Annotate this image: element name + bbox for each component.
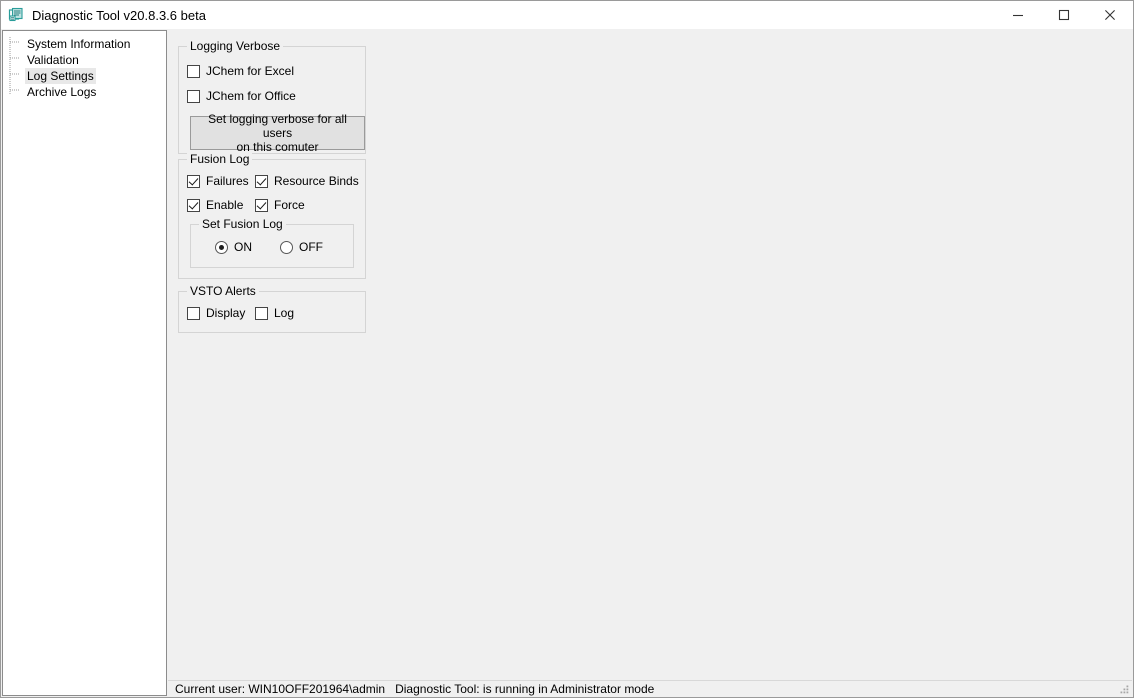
- minimize-icon: [1013, 14, 1023, 17]
- window-content: System Information Validation Log Settin…: [1, 29, 1133, 697]
- close-icon: [1105, 10, 1115, 20]
- tree-item-label: Log Settings: [25, 68, 96, 84]
- checkbox-label: Enable: [206, 198, 244, 212]
- maximize-button[interactable]: [1041, 1, 1087, 29]
- group-title: Set Fusion Log: [199, 217, 286, 231]
- checkbox-log[interactable]: Log: [255, 306, 294, 320]
- radio-label: ON: [234, 240, 252, 254]
- tree-item-label: Archive Logs: [27, 85, 97, 99]
- tree-item-system-information[interactable]: System Information: [3, 36, 166, 52]
- checkbox-box[interactable]: [187, 64, 200, 78]
- radio-circle[interactable]: [280, 240, 293, 254]
- checkbox-jchem-for-office[interactable]: JChem for Office: [187, 89, 296, 103]
- checkbox-box[interactable]: [255, 306, 268, 320]
- group-set-fusion-log: Set Fusion Log ON OFF: [190, 217, 354, 268]
- button-label-line1: Set logging verbose for all users: [208, 112, 347, 140]
- navigation-tree[interactable]: System Information Validation Log Settin…: [2, 30, 167, 696]
- resize-grip-icon[interactable]: [1118, 683, 1130, 695]
- checkbox-failures[interactable]: Failures: [187, 174, 249, 188]
- checkbox-resource-binds[interactable]: Resource Binds: [255, 174, 359, 188]
- radio-fusion-log-on[interactable]: ON: [215, 240, 252, 254]
- app-document-icon: [8, 7, 23, 22]
- checkbox-label: Resource Binds: [274, 174, 359, 188]
- status-bar: Current user: WIN10OFF201964\admin Diagn…: [168, 680, 1132, 697]
- set-logging-verbose-button[interactable]: Set logging verbose for all users on thi…: [190, 112, 365, 154]
- group-logging-verbose: Logging Verbose JChem for Excel JChem fo…: [178, 39, 366, 154]
- radio-circle[interactable]: [215, 240, 228, 254]
- checkbox-box[interactable]: [255, 198, 268, 212]
- window-controls: [995, 1, 1133, 29]
- tree-item-archive-logs[interactable]: Archive Logs: [3, 84, 166, 100]
- checkbox-box[interactable]: [187, 89, 200, 103]
- checkbox-enable[interactable]: Enable: [187, 198, 243, 212]
- status-bar-text: Current user: WIN10OFF201964\admin Diagn…: [175, 682, 655, 696]
- radio-label: OFF: [299, 240, 323, 254]
- group-title: Logging Verbose: [187, 39, 284, 53]
- checkbox-box[interactable]: [187, 306, 200, 320]
- title-bar[interactable]: Diagnostic Tool v20.8.3.6 beta: [1, 1, 1133, 29]
- group-title: Fusion Log: [187, 152, 253, 166]
- checkbox-jchem-for-excel[interactable]: JChem for Excel: [187, 64, 294, 78]
- checkbox-box[interactable]: [187, 198, 200, 212]
- checkbox-label: Display: [206, 306, 246, 320]
- checkbox-label: JChem for Office: [206, 89, 296, 103]
- checkbox-display[interactable]: Display: [187, 306, 245, 320]
- radio-fusion-log-off[interactable]: OFF: [280, 240, 323, 254]
- close-button[interactable]: [1087, 1, 1133, 29]
- checkbox-box[interactable]: [187, 174, 200, 188]
- maximize-icon: [1058, 9, 1070, 21]
- minimize-button[interactable]: [995, 1, 1041, 29]
- tree-item-log-settings[interactable]: Log Settings: [3, 68, 166, 84]
- checkbox-label: Log: [274, 306, 295, 320]
- tree-item-label: System Information: [27, 37, 131, 51]
- group-title: VSTO Alerts: [187, 284, 259, 298]
- checkbox-label: Force: [274, 198, 305, 212]
- tree-item-label: Validation: [27, 53, 79, 67]
- application-window: Diagnostic Tool v20.8.3.6 beta System In…: [0, 0, 1134, 698]
- tree-item-validation[interactable]: Validation: [3, 52, 166, 68]
- window-title: Diagnostic Tool v20.8.3.6 beta: [32, 7, 206, 23]
- checkbox-force[interactable]: Force: [255, 198, 305, 212]
- group-vsto-alerts: VSTO Alerts Display Log: [178, 284, 366, 333]
- checkbox-label: JChem for Excel: [206, 64, 295, 78]
- checkbox-label: Failures: [206, 174, 249, 188]
- checkbox-box[interactable]: [255, 174, 268, 188]
- group-fusion-log: Fusion Log Failures Resource Binds Enabl…: [178, 152, 366, 279]
- log-settings-pane: Logging Verbose JChem for Excel JChem fo…: [168, 30, 1132, 680]
